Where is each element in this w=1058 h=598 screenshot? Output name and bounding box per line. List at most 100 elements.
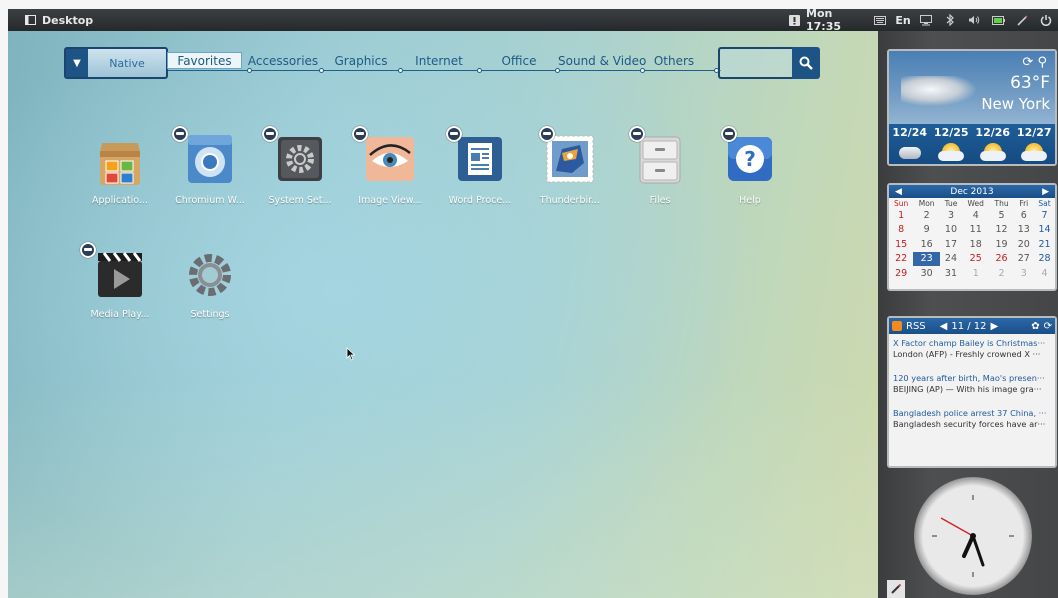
search-input[interactable] (718, 47, 792, 79)
calendar-day[interactable]: 24 (940, 252, 962, 267)
remove-favorite-button[interactable] (352, 126, 368, 142)
weather-widget[interactable]: ⟳ ⚲ 63°F New York 12/24 12/25 12/26 12/2… (887, 49, 1057, 166)
calendar-day[interactable]: 30 (913, 266, 940, 281)
calendar-day[interactable]: 18 (962, 237, 990, 252)
calendar-widget: ◀ Dec 2013 ▶ Sun Mon Tue Wed Thu Fri Sat… (887, 183, 1057, 291)
rss-item-title[interactable]: Bangladesh police arrest 37 China, ··· (893, 408, 1051, 419)
calendar-day-today[interactable]: 23 (913, 251, 941, 266)
gear-icon[interactable]: ✿ (1031, 321, 1039, 332)
tab-graphics[interactable]: Graphics (326, 52, 396, 69)
calendar-day[interactable]: 17 (940, 237, 962, 252)
weather-temperature: 63°F (1010, 73, 1050, 93)
calendar-day[interactable]: 6 (1014, 208, 1035, 223)
clock-label[interactable]: Mon 17:35 (806, 7, 868, 33)
remove-favorite-button[interactable] (721, 126, 737, 142)
keyboard-icon[interactable] (868, 9, 892, 31)
volume-icon[interactable] (962, 9, 986, 31)
tab-favorites[interactable]: Favorites (167, 52, 242, 69)
app-system-settings[interactable]: System Set... (255, 131, 345, 206)
app-thunderbird[interactable]: Thunderbir... (525, 131, 615, 206)
calendar-day-next-month[interactable]: 3 (1014, 266, 1035, 281)
weather-city[interactable]: New York (981, 95, 1050, 113)
battery-icon[interactable] (986, 9, 1010, 31)
rss-item-description: London (AFP) - Freshly crowned X ··· (893, 349, 1041, 359)
power-icon[interactable] (1034, 9, 1058, 31)
rss-item-title[interactable]: 120 years after birth, Mao's presen··· (893, 373, 1051, 384)
rss-item[interactable]: X Factor champ Bailey is Christmas··· Lo… (889, 334, 1055, 360)
app-application-center[interactable]: Applicatio... (75, 131, 165, 206)
rss-item[interactable]: 120 years after birth, Mao's presen··· B… (889, 360, 1055, 395)
calendar-day[interactable]: 28 (1034, 252, 1055, 267)
calendar-day[interactable]: 31 (940, 266, 962, 281)
remove-favorite-button[interactable] (262, 126, 278, 142)
display-icon[interactable] (914, 9, 938, 31)
app-help[interactable]: ? Help (705, 131, 795, 206)
desktop-title[interactable]: Desktop (25, 14, 93, 27)
bluetooth-icon[interactable] (938, 9, 962, 31)
calendar-day[interactable]: 4 (962, 208, 990, 223)
calendar-day[interactable]: 8 (889, 223, 913, 238)
tab-accessories[interactable]: Accessories (248, 52, 318, 69)
calendar-day[interactable]: 21 (1034, 237, 1055, 252)
category-dropdown[interactable]: ▼ Native (64, 47, 168, 79)
rss-item-description: BEIJING (AP) — With his image gra··· (893, 384, 1042, 394)
rss-item-title[interactable]: X Factor champ Bailey is Christmas··· (893, 338, 1051, 349)
weather-forecast: 12/24 12/25 12/26 12/27 (889, 124, 1055, 164)
app-word-processor[interactable]: Word Proce... (435, 131, 525, 206)
calendar-day[interactable]: 27 (1014, 252, 1035, 267)
remove-favorite-button[interactable] (539, 126, 555, 142)
launcher-area: ▼ Native Favorites Accessories Graphics … (8, 31, 878, 598)
cloud-icon (901, 76, 976, 106)
remove-favorite-button[interactable] (172, 126, 188, 142)
refresh-icon[interactable]: ⟳ (1044, 321, 1052, 332)
calendar-day[interactable]: 3 (940, 208, 962, 223)
pen-icon[interactable] (1010, 9, 1034, 31)
calendar-day[interactable]: 11 (962, 223, 990, 238)
calendar-day[interactable]: 13 (1014, 223, 1035, 238)
calendar-day[interactable]: 10 (940, 223, 962, 238)
rss-next-button[interactable]: ▶ (991, 321, 999, 332)
calendar-day[interactable]: 12 (990, 223, 1014, 238)
search-button[interactable] (792, 47, 820, 79)
tab-sound-video[interactable]: Sound & Video (555, 52, 647, 69)
app-image-viewer[interactable]: Image View... (345, 131, 435, 206)
rss-prev-button[interactable]: ◀ (940, 321, 948, 332)
app-chromium[interactable]: Chromium W... (165, 131, 255, 206)
rss-pager: 11 / 12 (951, 320, 987, 332)
calendar-day-next-month[interactable]: 1 (962, 266, 990, 281)
prev-month-button[interactable]: ◀ (895, 187, 902, 197)
language-indicator[interactable]: En (892, 9, 914, 31)
calendar-day[interactable]: 2 (913, 208, 940, 223)
calendar-day-next-month[interactable]: 2 (990, 266, 1014, 281)
calendar-day[interactable]: 15 (889, 237, 913, 252)
tab-office[interactable]: Office (489, 52, 549, 69)
calendar-day[interactable]: 14 (1034, 223, 1055, 238)
calendar-day-holiday[interactable]: 25 (962, 252, 990, 267)
calendar-day[interactable]: 16 (913, 237, 940, 252)
rss-item[interactable]: Bangladesh police arrest 37 China, ··· B… (889, 395, 1055, 430)
calendar-day[interactable]: 19 (990, 237, 1014, 252)
app-files[interactable]: Files (615, 131, 705, 206)
tab-internet[interactable]: Internet (404, 52, 474, 69)
calendar-day[interactable]: 20 (1014, 237, 1035, 252)
chevron-down-icon: ▼ (66, 49, 88, 77)
refresh-icon[interactable]: ⟳ (1022, 55, 1033, 70)
calendar-day[interactable]: 1 (889, 208, 913, 223)
calendar-day[interactable]: 5 (990, 208, 1014, 223)
calendar-day[interactable]: 7 (1034, 208, 1055, 223)
calendar-day-next-month[interactable]: 4 (1034, 266, 1055, 281)
tab-separator (319, 68, 324, 73)
search-icon[interactable]: ⚲ (1037, 55, 1047, 70)
calendar-day[interactable]: 22 (889, 252, 913, 267)
next-month-button[interactable]: ▶ (1042, 187, 1049, 197)
calendar-day-holiday[interactable]: 26 (990, 252, 1014, 267)
edit-widgets-button[interactable] (887, 580, 905, 598)
remove-favorite-button[interactable] (80, 242, 96, 258)
calendar-day[interactable]: 9 (913, 223, 940, 238)
remove-favorite-button[interactable] (446, 126, 462, 142)
app-settings[interactable]: Settings (165, 245, 255, 320)
tab-others[interactable]: Others (644, 52, 704, 69)
notification-icon[interactable] (782, 9, 806, 31)
remove-favorite-button[interactable] (629, 126, 645, 142)
calendar-day[interactable]: 29 (889, 266, 913, 281)
